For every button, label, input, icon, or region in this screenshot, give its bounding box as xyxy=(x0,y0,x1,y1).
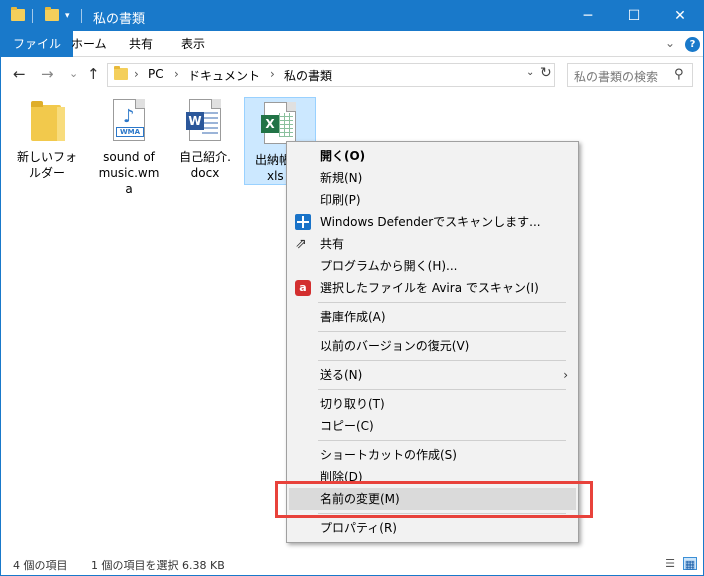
help-icon[interactable]: ? xyxy=(685,37,700,52)
file-item-sound-of-music[interactable]: ♪ WMA sound of music.wm a xyxy=(93,99,165,197)
file-item-new-folder[interactable]: 新しいフォ ルダー xyxy=(11,99,83,181)
address-bar[interactable]: › PC › ドキュメント › 私の書類 ⌄ ↻ xyxy=(107,63,555,87)
menu-item-print[interactable]: 印刷(P) xyxy=(289,189,576,211)
search-icon[interactable]: ⚲ xyxy=(674,67,684,82)
excel-file-icon: X xyxy=(260,102,300,146)
refresh-icon[interactable]: ↻ xyxy=(540,65,552,81)
back-button[interactable]: ← xyxy=(13,65,26,83)
navigation-bar: ← → ⌄ ↑ › PC › ドキュメント › 私の書類 ⌄ ↻ 私の書類の検索… xyxy=(1,57,703,93)
breadcrumb-separator[interactable]: › xyxy=(134,67,139,81)
menu-separator xyxy=(318,331,566,332)
menu-item-copy[interactable]: コピー(C) xyxy=(289,415,576,437)
folder-icon xyxy=(27,99,67,143)
recent-locations-button[interactable]: ⌄ xyxy=(69,67,78,80)
menu-separator xyxy=(318,360,566,361)
window-title: 私の書類 xyxy=(93,12,146,27)
menu-item-defender-scan[interactable]: Windows Defenderでスキャンします... xyxy=(289,211,576,233)
breadcrumb-documents[interactable]: ドキュメント xyxy=(188,67,260,84)
menu-item-create-shortcut[interactable]: ショートカットの作成(S) xyxy=(289,444,576,466)
menu-separator xyxy=(318,440,566,441)
submenu-arrow-icon: › xyxy=(563,368,568,382)
file-name: 自己紹介. docx xyxy=(179,150,231,180)
search-input[interactable]: 私の書類の検索 ⚲ xyxy=(567,63,693,87)
up-button[interactable]: ↑ xyxy=(87,65,100,83)
avira-icon: a xyxy=(295,280,311,296)
tab-share[interactable]: 共有 xyxy=(117,31,165,57)
details-view-icon[interactable]: ☰ xyxy=(663,557,677,570)
tab-view[interactable]: 表示 xyxy=(169,31,217,57)
ribbon-expand-icon[interactable]: ⌄ xyxy=(665,36,675,50)
menu-item-send-to[interactable]: 送る(N) › xyxy=(289,364,576,386)
windows-defender-icon xyxy=(295,214,311,230)
tab-home[interactable]: ホーム xyxy=(59,31,119,57)
breadcrumb-separator[interactable]: › xyxy=(270,67,275,81)
breadcrumb-separator[interactable]: › xyxy=(174,67,179,81)
menu-item-avira-scan[interactable]: a 選択したファイルを Avira でスキャン(I) xyxy=(289,277,576,299)
folder-icon xyxy=(114,66,128,80)
search-placeholder: 私の書類の検索 xyxy=(574,70,659,84)
menu-item-open-with[interactable]: プログラムから開く(H)... xyxy=(289,255,576,277)
share-icon: ⇗ xyxy=(295,236,307,252)
wma-file-icon: ♪ WMA xyxy=(109,99,149,143)
breadcrumb-pc[interactable]: PC xyxy=(148,67,164,81)
menu-separator xyxy=(318,389,566,390)
menu-item-new[interactable]: 新規(N) xyxy=(289,167,576,189)
menu-item-cut[interactable]: 切り取り(T) xyxy=(289,393,576,415)
title-separator xyxy=(32,9,33,23)
file-name: sound of music.wm a xyxy=(98,150,160,196)
folder-icon xyxy=(11,7,25,21)
word-file-icon: W xyxy=(185,99,225,143)
breadcrumb-my-documents[interactable]: 私の書類 xyxy=(284,67,332,84)
address-dropdown-icon[interactable]: ⌄ xyxy=(526,67,534,78)
selection-info: 1 個の項目を選択 6.38 KB xyxy=(91,559,225,572)
menu-separator xyxy=(318,302,566,303)
title-bar: ▾ 私の書類 ─ ☐ ✕ xyxy=(1,1,703,31)
ribbon-tabs: ファイル ホーム 共有 表示 ⌄ ? xyxy=(1,31,703,57)
title-separator xyxy=(81,9,82,23)
item-count: 4 個の項目 xyxy=(13,559,68,572)
file-item-self-introduction[interactable]: W 自己紹介. docx xyxy=(169,99,241,181)
menu-item-properties[interactable]: プロパティ(R) xyxy=(289,517,576,539)
menu-item-restore-previous[interactable]: 以前のバージョンの復元(V) xyxy=(289,335,576,357)
new-folder-quick-icon[interactable] xyxy=(45,7,59,21)
quick-access-dropdown-icon[interactable]: ▾ xyxy=(65,11,70,21)
file-name: 新しいフォ ルダー xyxy=(16,150,77,180)
rename-highlight-box xyxy=(275,481,593,518)
menu-item-share[interactable]: ⇗ 共有 xyxy=(289,233,576,255)
maximize-button[interactable]: ☐ xyxy=(611,1,657,31)
minimize-button[interactable]: ─ xyxy=(565,1,611,31)
close-button[interactable]: ✕ xyxy=(657,1,703,31)
status-bar: 4 個の項目 1 個の項目を選択 6.38 KB ☰ ▦ xyxy=(1,553,703,575)
forward-button[interactable]: → xyxy=(41,65,54,83)
menu-item-create-archive[interactable]: 書庫作成(A) xyxy=(289,306,576,328)
menu-item-open[interactable]: 開く(O) xyxy=(289,145,576,167)
explorer-window: ▾ 私の書類 ─ ☐ ✕ ファイル ホーム 共有 表示 ⌄ ? ← → ⌄ ↑ … xyxy=(0,0,704,576)
large-icons-view-icon[interactable]: ▦ xyxy=(683,557,697,571)
